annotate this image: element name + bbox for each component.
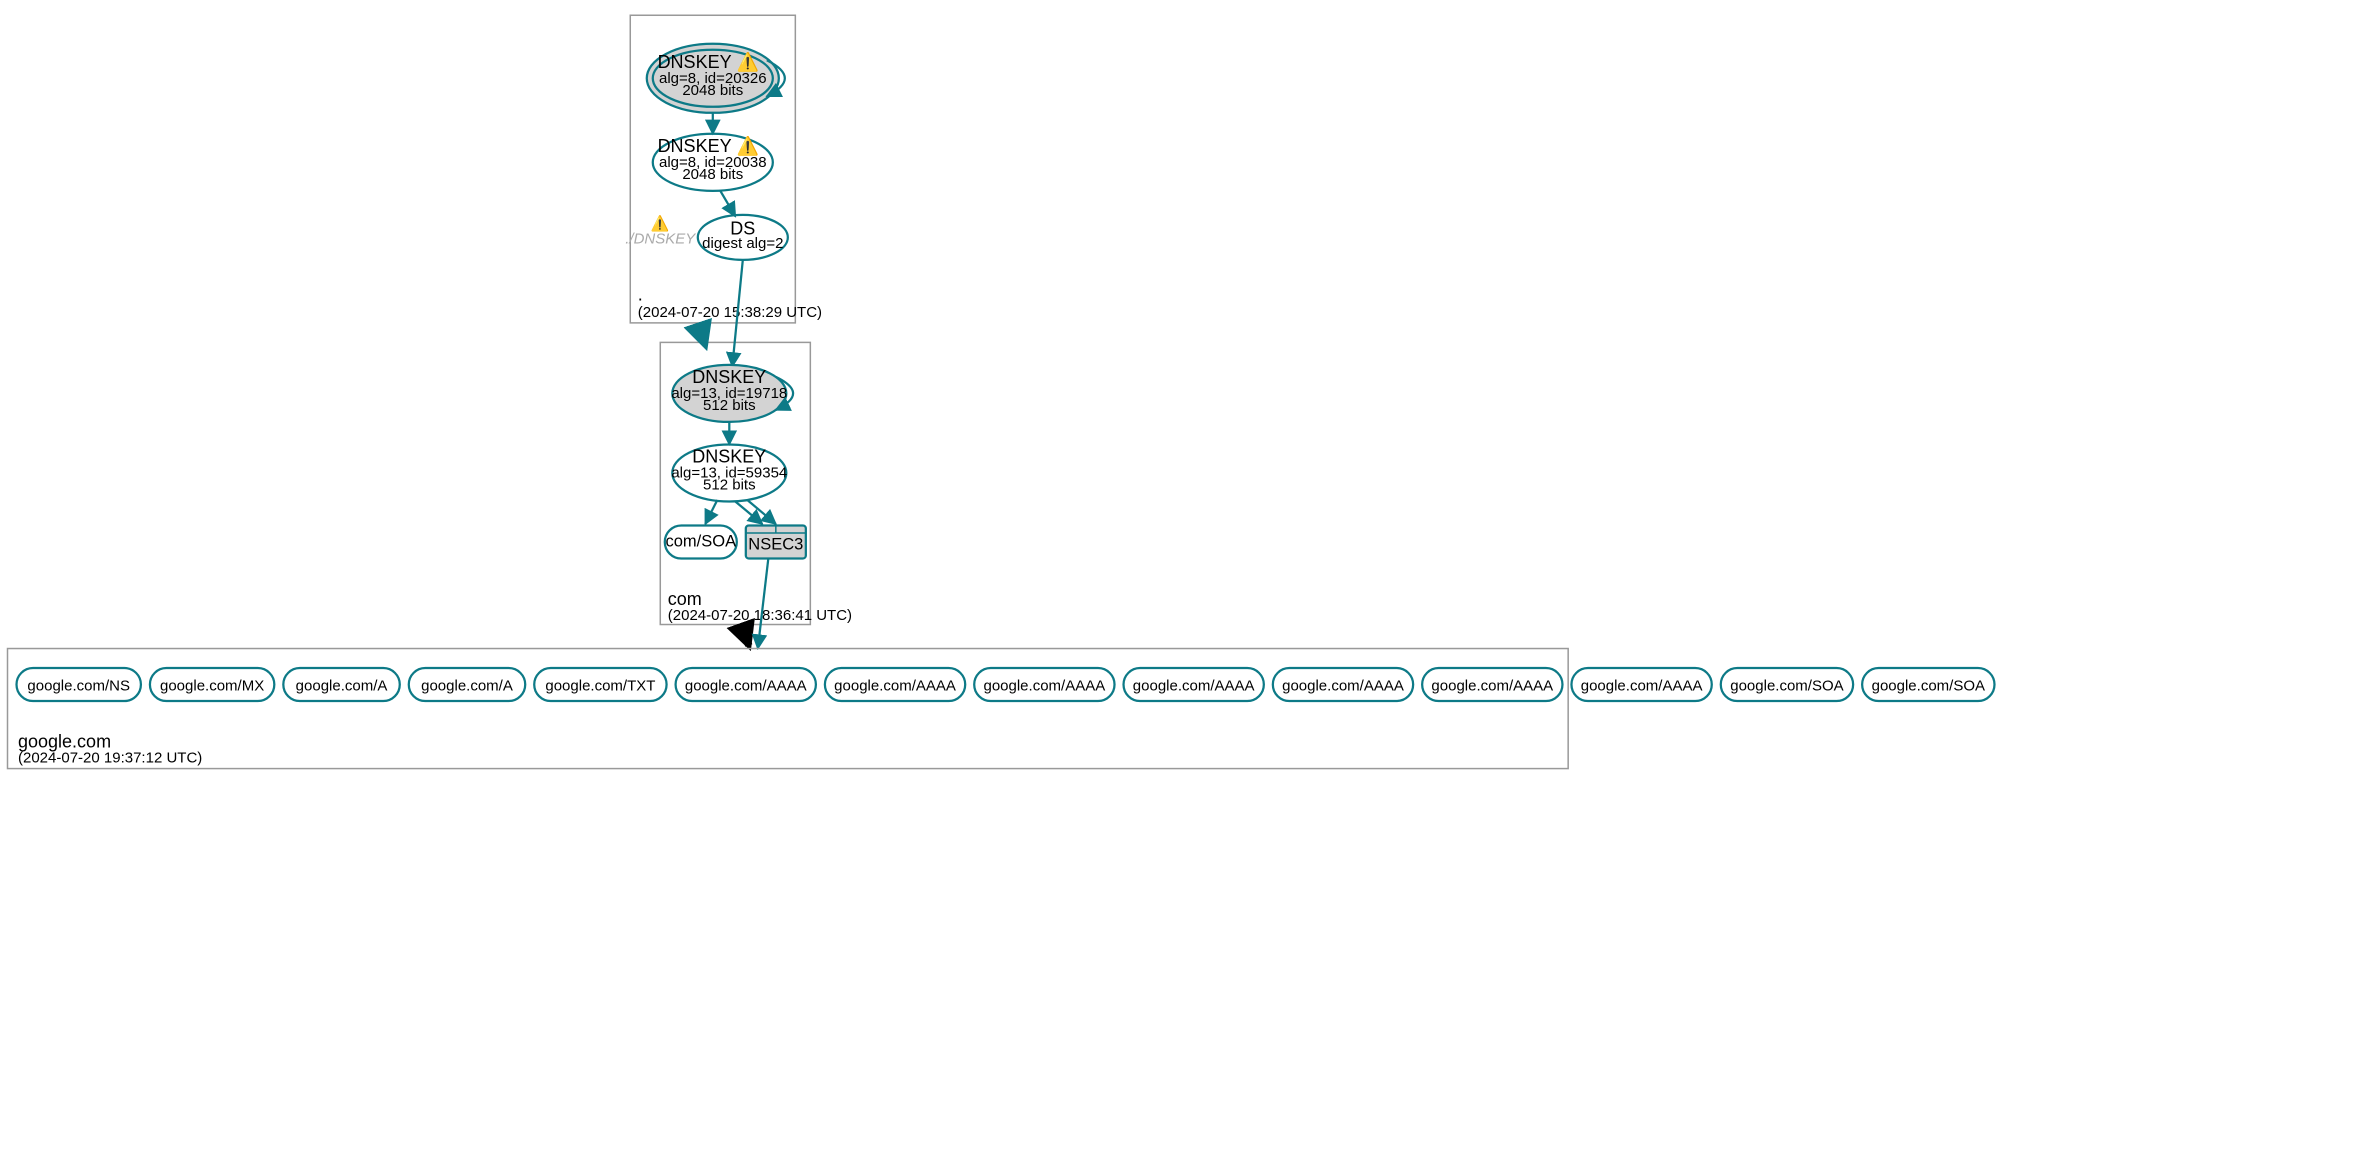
- record-node[interactable]: google.com/AAAA: [1571, 668, 1711, 701]
- root-ksk-node[interactable]: DNSKEY ⚠️ alg=8, id=20326 2048 bits: [647, 44, 779, 113]
- record-node[interactable]: google.com/A: [283, 668, 399, 701]
- root-ds-node[interactable]: DS digest alg=2: [698, 215, 788, 260]
- svg-text:DNSKEY ⚠️: DNSKEY ⚠️: [658, 135, 759, 156]
- record-node[interactable]: google.com/AAAA: [1124, 668, 1264, 701]
- svg-text:DNSKEY ⚠️: DNSKEY ⚠️: [658, 51, 759, 72]
- record-node[interactable]: google.com/NS: [17, 668, 141, 701]
- com-nsec3-node[interactable]: NSEC3: [746, 525, 806, 558]
- svg-text:com/SOA: com/SOA: [665, 532, 736, 550]
- com-zsk-node[interactable]: DNSKEY alg=13, id=59354 512 bits: [671, 444, 787, 501]
- dnssec-diagram: . (2024-07-20 15:38:29 UTC) DNSKEY ⚠️ al…: [0, 0, 2371, 1174]
- record-node[interactable]: google.com/A: [409, 668, 525, 701]
- google-zone-cluster: google.com (2024-07-20 19:37:12 UTC) goo…: [8, 649, 1995, 769]
- record-node[interactable]: google.com/TXT: [534, 668, 666, 701]
- google-zone-timestamp: (2024-07-20 19:37:12 UTC): [18, 750, 202, 767]
- root-zsk-node[interactable]: DNSKEY ⚠️ alg=8, id=20038 2048 bits: [653, 134, 773, 191]
- record-node[interactable]: google.com/SOA: [1721, 668, 1853, 701]
- svg-text:google.com/MX: google.com/MX: [160, 678, 264, 695]
- svg-text:google.com/AAAA: google.com/AAAA: [685, 678, 807, 695]
- root-zone-timestamp: (2024-07-20 15:38:29 UTC): [638, 304, 822, 321]
- svg-text:google.com/A: google.com/A: [421, 678, 513, 695]
- com-zone-label: com: [668, 589, 702, 609]
- root-hidden-dnskey: ⚠️ ./DNSKEY: [625, 214, 696, 247]
- root-zone-label: .: [638, 284, 643, 304]
- svg-text:google.com/SOA: google.com/SOA: [1730, 678, 1843, 695]
- com-ksk-node[interactable]: DNSKEY alg=13, id=19718 512 bits: [671, 365, 787, 422]
- svg-text:2048 bits: 2048 bits: [682, 166, 743, 183]
- svg-text:./DNSKEY: ./DNSKEY: [625, 230, 696, 247]
- record-node[interactable]: google.com/AAAA: [825, 668, 965, 701]
- svg-text:DNSKEY: DNSKEY: [692, 367, 766, 387]
- svg-text:google.com/TXT: google.com/TXT: [545, 678, 655, 695]
- svg-text:google.com/AAAA: google.com/AAAA: [834, 678, 956, 695]
- svg-text:512 bits: 512 bits: [703, 476, 756, 493]
- svg-text:digest alg=2: digest alg=2: [702, 235, 783, 252]
- svg-text:google.com/AAAA: google.com/AAAA: [1581, 678, 1703, 695]
- svg-text:google.com/AAAA: google.com/AAAA: [1431, 678, 1553, 695]
- svg-text:DNSKEY: DNSKEY: [692, 446, 766, 466]
- svg-text:google.com/AAAA: google.com/AAAA: [1133, 678, 1255, 695]
- record-node[interactable]: google.com/MX: [150, 668, 274, 701]
- svg-text:google.com/AAAA: google.com/AAAA: [1282, 678, 1404, 695]
- com-soa-node[interactable]: com/SOA: [665, 525, 737, 558]
- record-node[interactable]: google.com/AAAA: [974, 668, 1114, 701]
- svg-text:2048 bits: 2048 bits: [682, 82, 743, 99]
- svg-text:google.com/A: google.com/A: [296, 678, 388, 695]
- svg-text:google.com/SOA: google.com/SOA: [1872, 678, 1985, 695]
- svg-text:google.com/NS: google.com/NS: [27, 678, 130, 695]
- root-zone-cluster: . (2024-07-20 15:38:29 UTC) DNSKEY ⚠️ al…: [625, 15, 822, 323]
- record-node[interactable]: google.com/AAAA: [1422, 668, 1562, 701]
- record-node[interactable]: google.com/AAAA: [1273, 668, 1413, 701]
- svg-text:512 bits: 512 bits: [703, 397, 756, 414]
- svg-text:NSEC3: NSEC3: [748, 535, 803, 553]
- record-node[interactable]: google.com/AAAA: [676, 668, 816, 701]
- record-node[interactable]: google.com/SOA: [1862, 668, 1994, 701]
- svg-text:google.com/AAAA: google.com/AAAA: [983, 678, 1105, 695]
